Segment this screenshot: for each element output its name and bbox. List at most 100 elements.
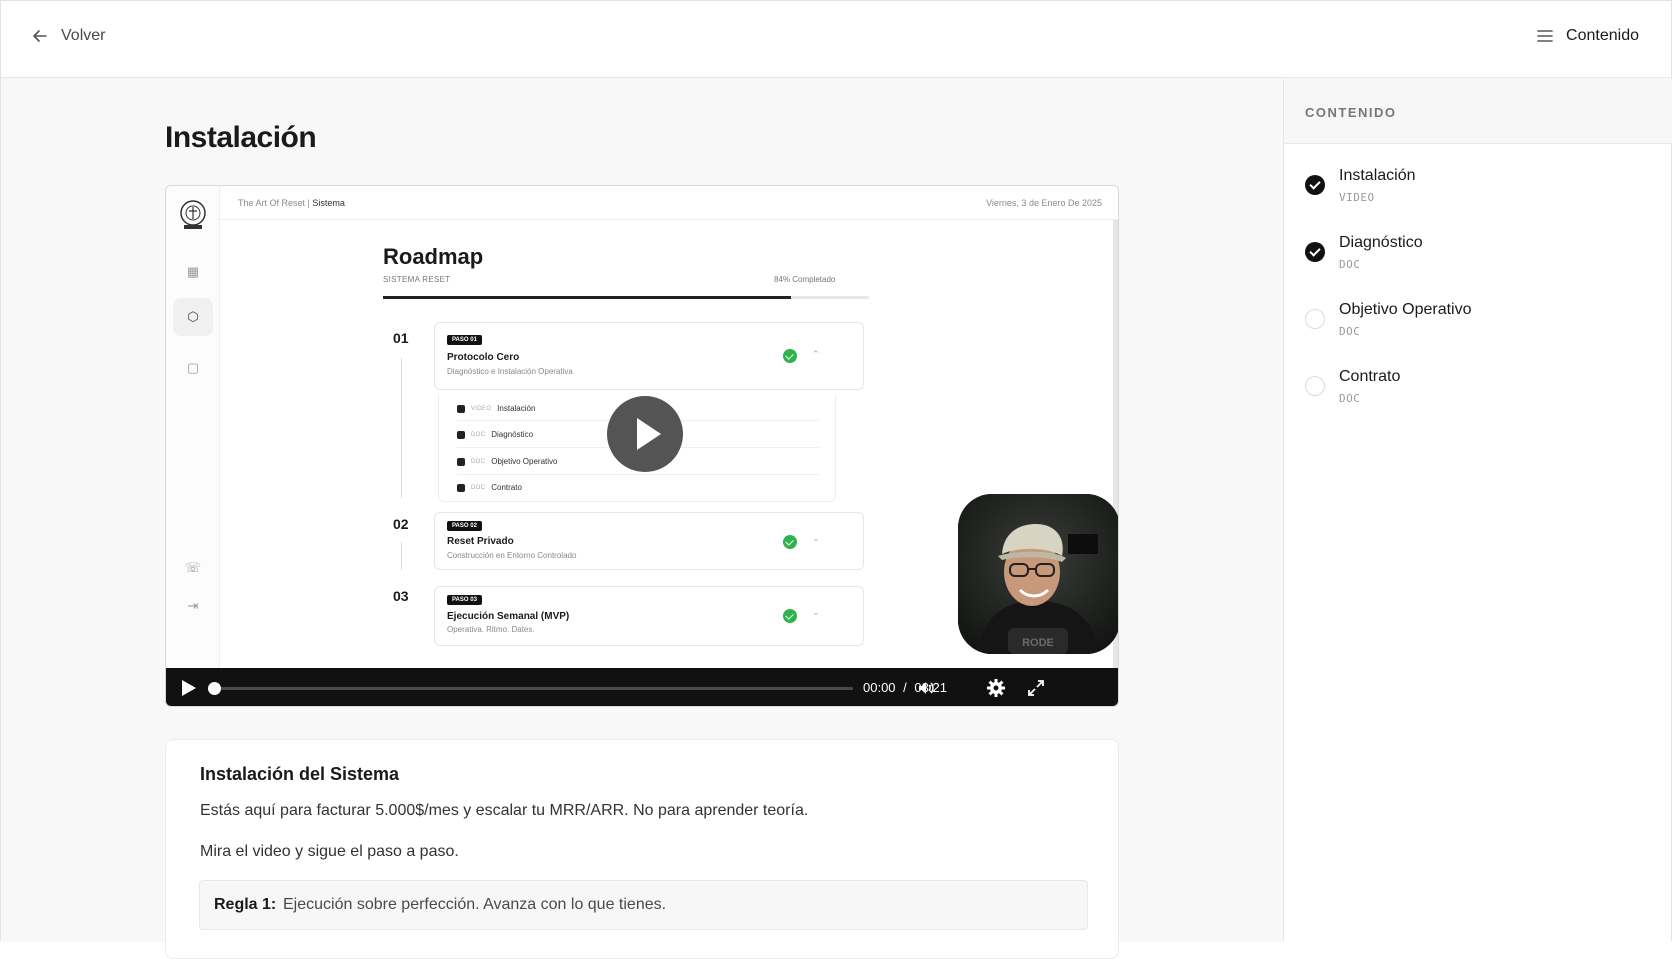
roadmap-progress-bar — [383, 296, 869, 299]
play-overlay-button[interactable] — [607, 396, 683, 472]
description-title: Instalación del Sistema — [200, 764, 400, 784]
chevron-down-icon: ⌄ — [812, 607, 820, 617]
check-circle-icon — [783, 609, 797, 623]
time-separator: / — [903, 680, 907, 695]
item-kind: DOC — [471, 458, 486, 465]
gear-icon[interactable] — [986, 678, 1006, 698]
checkbox-icon — [457, 483, 465, 492]
app-frame: Volver Contenido Instalación ▦ ⬡ ▢ ☏ ⇥ T… — [0, 0, 1672, 959]
step-number: 02 — [393, 516, 409, 532]
arrow-left-icon — [33, 30, 47, 42]
step-item: DOC Diagnóstico — [457, 430, 533, 439]
video-frame[interactable]: ▦ ⬡ ▢ ☏ ⇥ The Art Of Reset | Sistema Vie… — [166, 186, 1118, 668]
checkbox-icon — [457, 430, 465, 439]
check-circle-icon — [1305, 242, 1325, 262]
roadmap-progress-fill — [383, 296, 792, 299]
checkbox-icon — [457, 404, 465, 413]
item-label: Objetivo Operativo — [491, 457, 558, 466]
step-number: 03 — [393, 588, 409, 604]
step-title: Reset Privado — [447, 536, 514, 547]
step-title: Ejecución Semanal (MVP) — [447, 611, 570, 622]
sidebar-heading-label: CONTENIDO — [1305, 105, 1397, 120]
fullscreen-icon[interactable] — [1026, 678, 1046, 698]
step-item: DOC Contrato — [457, 483, 522, 492]
empty-circle-icon — [1305, 309, 1325, 329]
step-desc: Construcción en Entorno Controlado — [447, 551, 577, 560]
top-bar: Volver Contenido — [1, 1, 1671, 78]
item-kind: VIDEO — [471, 405, 492, 412]
step-title: Protocolo Cero — [447, 352, 520, 363]
sidebar-item-label: Contrato — [1339, 368, 1401, 385]
step-card: PASO 02 Reset Privado Construcción en En… — [434, 512, 864, 570]
sidebar-item-label: Diagnóstico — [1339, 234, 1423, 251]
seek-bar[interactable] — [211, 687, 853, 690]
empty-circle-icon — [1305, 376, 1325, 396]
sidebar-item-type: DOC — [1339, 392, 1361, 405]
roadmap-subtitle: SISTEMA RESET — [383, 275, 451, 284]
sidebar-item-contrato[interactable]: Contrato DOC — [1284, 364, 1672, 424]
back-button[interactable]: Volver — [31, 27, 105, 45]
crest-logo-icon — [180, 200, 206, 229]
sidebar-heading: CONTENIDO — [1284, 79, 1672, 144]
step-item: DOC Objetivo Operativo — [457, 457, 558, 466]
contents-label: Contenido — [1566, 27, 1639, 44]
page-title: Instalación — [165, 121, 317, 154]
main-content: Instalación ▦ ⬡ ▢ ☏ ⇥ The Art Of Reset |… — [1, 79, 1283, 959]
step-item: VIDEO Instalación — [457, 404, 535, 413]
volume-icon[interactable] — [916, 678, 936, 698]
roadmap-progress-label: 84% Completado — [774, 275, 836, 284]
step-tag: PASO 01 — [447, 335, 482, 345]
chevron-up-icon: ⌃ — [812, 349, 820, 359]
menu-icon — [1537, 30, 1553, 42]
step-connector — [401, 358, 402, 498]
sidebar-item-instalacion[interactable]: Instalación VIDEO — [1284, 163, 1672, 223]
step-desc: Diagnóstico e Instalación Operativa — [447, 367, 573, 376]
cube-icon: ⬡ — [173, 298, 213, 336]
description-paragraph: Estás aquí para facturar 5.000$/mes y es… — [200, 802, 809, 819]
sidebar-item-label: Objetivo Operativo — [1339, 301, 1472, 318]
video-date: Viernes, 3 de Enero De 2025 — [986, 198, 1102, 208]
divider — [457, 474, 819, 475]
item-kind: DOC — [471, 431, 486, 438]
check-circle-icon — [783, 349, 797, 363]
calendar-icon: ▢ — [186, 360, 200, 375]
play-button[interactable] — [180, 679, 198, 697]
step-card: PASO 03 Ejecución Semanal (MVP) Operativ… — [434, 586, 864, 646]
sidebar-item-type: VIDEO — [1339, 191, 1375, 204]
back-label: Volver — [61, 27, 106, 44]
sidebar-item-diagnostico[interactable]: Diagnóstico DOC — [1284, 230, 1672, 290]
rule-text: Ejecución sobre perfección. Avanza con l… — [283, 896, 667, 913]
current-time: 00:00 — [863, 680, 896, 695]
rule-label: Regla 1: — [214, 896, 277, 913]
sidebar-item-objetivo-operativo[interactable]: Objetivo Operativo DOC — [1284, 297, 1672, 357]
breadcrumb-root: The Art Of Reset — [238, 198, 306, 208]
video-controls: 00:00 / 03:21 — [166, 668, 1118, 706]
logout-icon: ⇥ — [187, 598, 199, 613]
step-tag: PASO 02 — [447, 521, 482, 531]
video-player[interactable]: ▦ ⬡ ▢ ☏ ⇥ The Art Of Reset | Sistema Vie… — [165, 185, 1119, 707]
description-paragraph: Mira el video y sigue el paso a paso. — [200, 843, 459, 860]
svg-text:RODE: RODE — [1022, 637, 1054, 649]
checkbox-icon — [457, 457, 465, 466]
phone-icon: ☏ — [184, 560, 202, 575]
rule-callout: Regla 1: Ejecución sobre perfección. Ava… — [199, 880, 1088, 930]
check-circle-icon — [783, 535, 797, 549]
item-label: Instalación — [497, 404, 536, 413]
grid-icon: ▦ — [186, 264, 200, 279]
chevron-down-icon: ⌄ — [812, 533, 820, 543]
step-connector — [401, 542, 402, 570]
video-breadcrumb: The Art Of Reset | Sistema — [238, 198, 345, 208]
seek-knob[interactable] — [208, 682, 221, 695]
sidebar-item-label: Instalación — [1339, 167, 1416, 184]
item-label: Contrato — [491, 483, 522, 492]
step-desc: Operativa. Ritmo. Dates. — [447, 625, 535, 634]
presenter-image: RODE — [958, 494, 1118, 654]
sidebar-item-type: DOC — [1339, 325, 1361, 338]
lesson-description-card: Instalación del Sistema Estás aquí para … — [165, 739, 1119, 959]
breadcrumb-current: Sistema — [312, 198, 345, 208]
webcam-overlay: RODE — [958, 494, 1118, 654]
step-number: 01 — [393, 330, 409, 346]
video-app-header: The Art Of Reset | Sistema Viernes, 3 de… — [220, 186, 1118, 220]
contents-toggle-button[interactable]: Contenido — [1536, 27, 1639, 45]
item-kind: DOC — [471, 484, 486, 491]
